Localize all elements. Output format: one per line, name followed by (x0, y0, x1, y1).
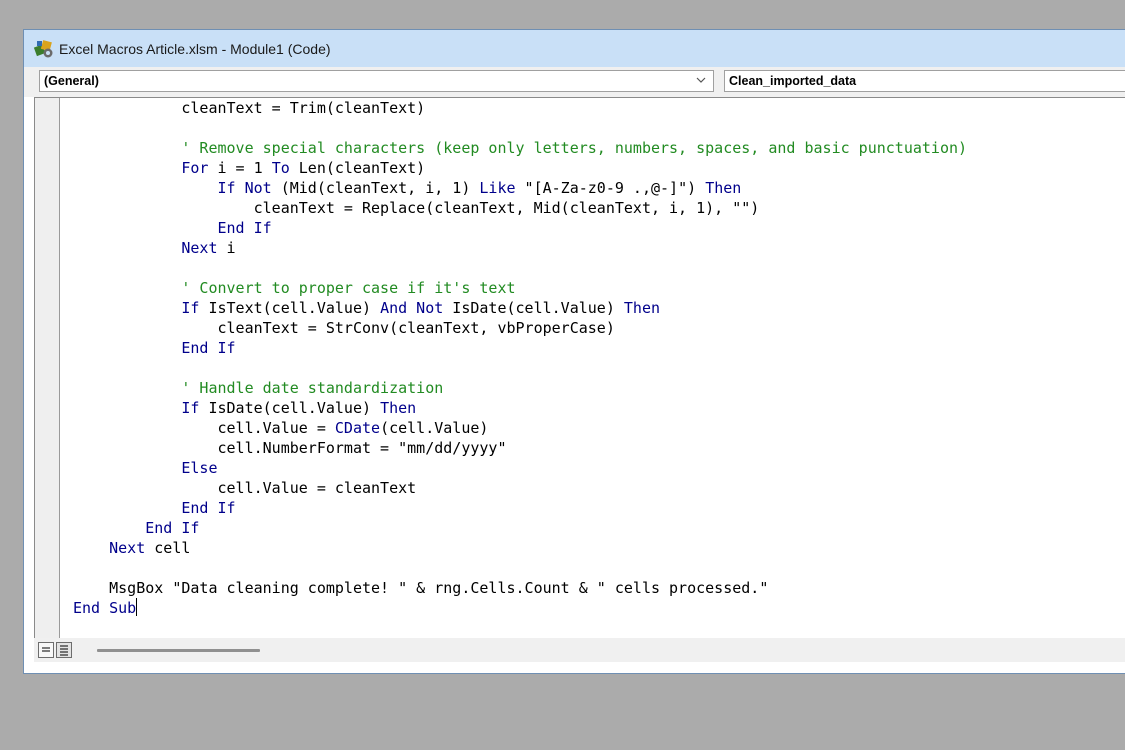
code-line[interactable] (73, 358, 1125, 378)
code-line[interactable]: cleanText = StrConv(cleanText, vbProperC… (73, 318, 1125, 338)
code-keyword: Like (479, 179, 516, 197)
object-combo-value: (General) (44, 74, 99, 88)
code-line[interactable]: If Not (Mid(cleanText, i, 1) Like "[A-Za… (73, 178, 1125, 198)
editor-footer (34, 638, 1125, 662)
code-keyword: If Not (217, 179, 272, 197)
code-text: IsText(cell.Value) (199, 299, 381, 317)
code-line[interactable]: cell.Value = CDate(cell.Value) (73, 418, 1125, 438)
code-comment: ' Handle date standardization (73, 379, 444, 397)
code-text: cleanText = Trim(cleanText) (73, 99, 426, 117)
code-text: cell.NumberFormat = "mm/dd/yyyy" (73, 439, 507, 457)
code-line[interactable]: End If (73, 498, 1125, 518)
text-cursor (136, 598, 138, 616)
code-text: i = 1 (208, 159, 272, 177)
code-keyword: If (181, 399, 200, 417)
code-line[interactable]: End If (73, 218, 1125, 238)
code-keyword: End If (181, 499, 236, 517)
code-line[interactable]: If IsText(cell.Value) And Not IsDate(cel… (73, 298, 1125, 318)
code-line[interactable]: End If (73, 518, 1125, 538)
procedure-view-button[interactable] (38, 642, 54, 658)
code-editor[interactable]: cleanText = Trim(cleanText) ' Remove spe… (34, 97, 1125, 638)
code-text: MsgBox "Data cleaning complete! " & rng.… (73, 579, 769, 597)
code-line[interactable]: Else (73, 458, 1125, 478)
code-keyword: Then (380, 399, 417, 417)
code-line[interactable]: cleanText = Trim(cleanText) (73, 98, 1125, 118)
procedure-combo[interactable]: Clean_imported_data (724, 70, 1125, 92)
code-text: IsDate(cell.Value) (443, 299, 624, 317)
code-keyword: Next (109, 539, 146, 557)
code-keyword: CDate (334, 419, 381, 437)
window-title: Excel Macros Article.xlsm - Module1 (Cod… (59, 40, 331, 57)
code-line[interactable]: End Sub (73, 598, 1125, 618)
code-line[interactable]: cleanText = Replace(cleanText, Mid(clean… (73, 198, 1125, 218)
code-line[interactable]: ' Handle date standardization (73, 378, 1125, 398)
code-text: cleanText = Replace(cleanText, Mid(clean… (73, 199, 760, 217)
code-line[interactable] (73, 258, 1125, 278)
code-line[interactable]: ' Convert to proper case if it's text (73, 278, 1125, 298)
code-keyword: For (181, 159, 209, 177)
procedure-view-icon (42, 647, 50, 652)
code-line[interactable]: cell.NumberFormat = "mm/dd/yyyy" (73, 438, 1125, 458)
code-keyword: Then (705, 179, 742, 197)
code-keyword: Next (181, 239, 218, 257)
code-keyword: End Sub (73, 599, 137, 617)
code-text: cell.Value = cleanText (73, 479, 417, 497)
horizontal-scrollbar-thumb[interactable] (97, 649, 260, 652)
indicator-margin[interactable] (35, 98, 60, 638)
full-module-view-icon (60, 645, 68, 656)
chevron-down-icon[interactable] (695, 74, 707, 86)
code-text: cell (145, 539, 191, 557)
code-text: i (217, 239, 236, 257)
code-keyword: End If (181, 339, 236, 357)
code-keyword: End If (217, 219, 272, 237)
code-lines[interactable]: cleanText = Trim(cleanText) ' Remove spe… (73, 98, 1125, 618)
code-text: IsDate(cell.Value) (199, 399, 381, 417)
procedure-combo-value: Clean_imported_data (729, 74, 857, 88)
code-keyword: To (271, 159, 290, 177)
code-line[interactable]: Next cell (73, 538, 1125, 558)
code-text: cell.Value = (73, 419, 335, 437)
title-bar[interactable]: Excel Macros Article.xlsm - Module1 (Cod… (24, 30, 1125, 67)
code-keyword: Else (181, 459, 218, 477)
code-line[interactable]: End If (73, 338, 1125, 358)
code-keyword: If (181, 299, 200, 317)
code-text: Len(cleanText) (289, 159, 426, 177)
code-text: cleanText = StrConv(cleanText, vbProperC… (73, 319, 615, 337)
code-line[interactable] (73, 558, 1125, 578)
code-line[interactable]: For i = 1 To Len(cleanText) (73, 158, 1125, 178)
code-toolbar: (General) Clean_imported_data (24, 67, 1125, 97)
code-line[interactable]: cell.Value = cleanText (73, 478, 1125, 498)
vba-code-window: Excel Macros Article.xlsm - Module1 (Cod… (23, 29, 1125, 674)
code-line[interactable]: If IsDate(cell.Value) Then (73, 398, 1125, 418)
code-line[interactable]: MsgBox "Data cleaning complete! " & rng.… (73, 578, 1125, 598)
code-text: (cell.Value) (380, 419, 489, 437)
code-text: "[A-Za-z0-9 .,@-]") (515, 179, 706, 197)
vba-project-icon (33, 39, 53, 57)
code-keyword: End If (145, 519, 200, 537)
code-line[interactable]: ' Remove special characters (keep only l… (73, 138, 1125, 158)
code-comment: ' Convert to proper case if it's text (73, 279, 516, 297)
full-module-view-button[interactable] (56, 642, 72, 658)
code-comment: ' Remove special characters (keep only l… (73, 139, 968, 157)
code-text: (Mid(cleanText, i, 1) (271, 179, 480, 197)
code-keyword: And Not (380, 299, 444, 317)
code-line[interactable]: Next i (73, 238, 1125, 258)
code-keyword: Then (623, 299, 661, 317)
code-line[interactable] (73, 118, 1125, 138)
object-combo[interactable]: (General) (39, 70, 714, 92)
